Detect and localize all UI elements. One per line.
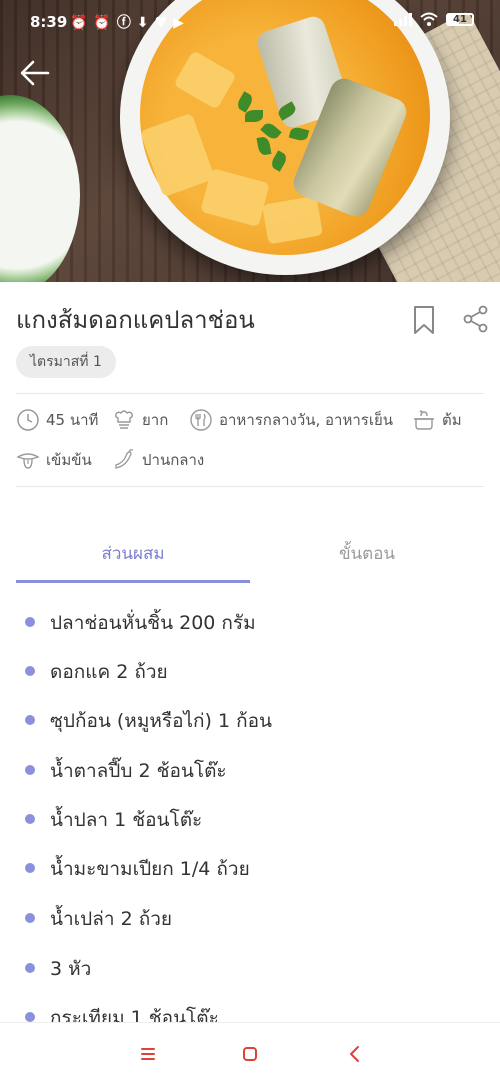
meal-type: อาหารกลางวัน, อาหารเย็น bbox=[219, 411, 394, 429]
ingredient-text: น้ำปลา 1 ช้อนโต๊ะ bbox=[50, 809, 203, 831]
ingredient-text: น้ำเปล่า 2 ถ้วย bbox=[50, 908, 172, 930]
tab-ingredients[interactable]: ส่วนผสม bbox=[16, 540, 250, 567]
quarter-tag[interactable]: ไตรมาสที่ 1 bbox=[16, 346, 116, 378]
tongue-icon bbox=[16, 453, 40, 469]
clock-icon bbox=[17, 409, 39, 431]
meta-meal: อาหารกลางวัน, อาหารเย็น bbox=[189, 408, 393, 432]
recipe-title: แกงส้มดอกแคปลาช่อน bbox=[16, 306, 255, 334]
bullet-icon bbox=[25, 863, 35, 873]
status-bar: 8:39 ⏰⏰ⓕ⬇♥▶ 41 bbox=[0, 0, 500, 44]
meta-spice: ปานกลาง bbox=[112, 448, 204, 472]
bullet-icon bbox=[25, 1012, 35, 1022]
ingredient-text: 3 หัว bbox=[50, 958, 92, 980]
bookmark-icon[interactable] bbox=[413, 305, 435, 335]
back-nav-icon[interactable] bbox=[342, 1041, 368, 1067]
ingredient-text: น้ำตาลปี๊บ 2 ช้อนโต๊ะ bbox=[50, 760, 227, 782]
bullet-icon bbox=[25, 765, 35, 775]
bullet-icon bbox=[25, 913, 35, 923]
taste: เข้มข้น bbox=[46, 451, 92, 469]
chef-icon bbox=[115, 410, 133, 429]
bullet-icon bbox=[25, 814, 35, 824]
tab-steps[interactable]: ขั้นตอน bbox=[250, 540, 484, 567]
meta-time: 45 นาที bbox=[16, 408, 98, 432]
share-icon[interactable] bbox=[462, 305, 490, 333]
menu-icon[interactable] bbox=[135, 1041, 161, 1067]
pot-icon bbox=[414, 410, 434, 430]
bullet-icon bbox=[25, 715, 35, 725]
status-time: 8:39 bbox=[30, 13, 68, 31]
ingredient-text: น้ำมะขามเปียก 1/4 ถ้วย bbox=[50, 858, 250, 880]
ingredient-text: ปลาช่อนหั่นชิ้น 200 กรัม bbox=[50, 612, 256, 634]
ingredient-text: ซุปก้อน (หมูหรือไก่) 1 ก้อน bbox=[50, 710, 273, 732]
cook-time: 45 นาที bbox=[46, 411, 99, 429]
active-tab-indicator bbox=[16, 580, 250, 583]
meta-taste: เข้มข้น bbox=[16, 448, 92, 472]
difficulty: ยาก bbox=[142, 411, 169, 429]
signal-icon bbox=[394, 12, 412, 26]
bullet-icon bbox=[25, 666, 35, 676]
system-nav-bar bbox=[0, 1022, 500, 1083]
status-right: 41 bbox=[394, 12, 474, 26]
wifi-icon bbox=[420, 12, 438, 26]
cooking-method: ต้ม bbox=[442, 411, 462, 429]
ingredient-text: ดอกแค 2 ถ้วย bbox=[50, 661, 168, 683]
spice-level: ปานกลาง bbox=[142, 451, 205, 469]
battery-icon: 41 bbox=[446, 12, 474, 26]
bullet-icon bbox=[25, 963, 35, 973]
notification-icons: ⏰⏰ⓕ⬇♥▶ bbox=[70, 15, 190, 31]
divider bbox=[16, 393, 484, 394]
battery-level: 41 bbox=[453, 13, 467, 25]
cutlery-icon bbox=[190, 409, 212, 431]
chili-icon bbox=[115, 449, 134, 469]
meta-difficulty: ยาก bbox=[112, 408, 168, 432]
home-icon[interactable] bbox=[237, 1041, 263, 1067]
bullet-icon bbox=[25, 617, 35, 627]
meta-method: ต้ม bbox=[412, 408, 462, 432]
back-button[interactable] bbox=[18, 58, 52, 88]
divider bbox=[16, 486, 484, 487]
